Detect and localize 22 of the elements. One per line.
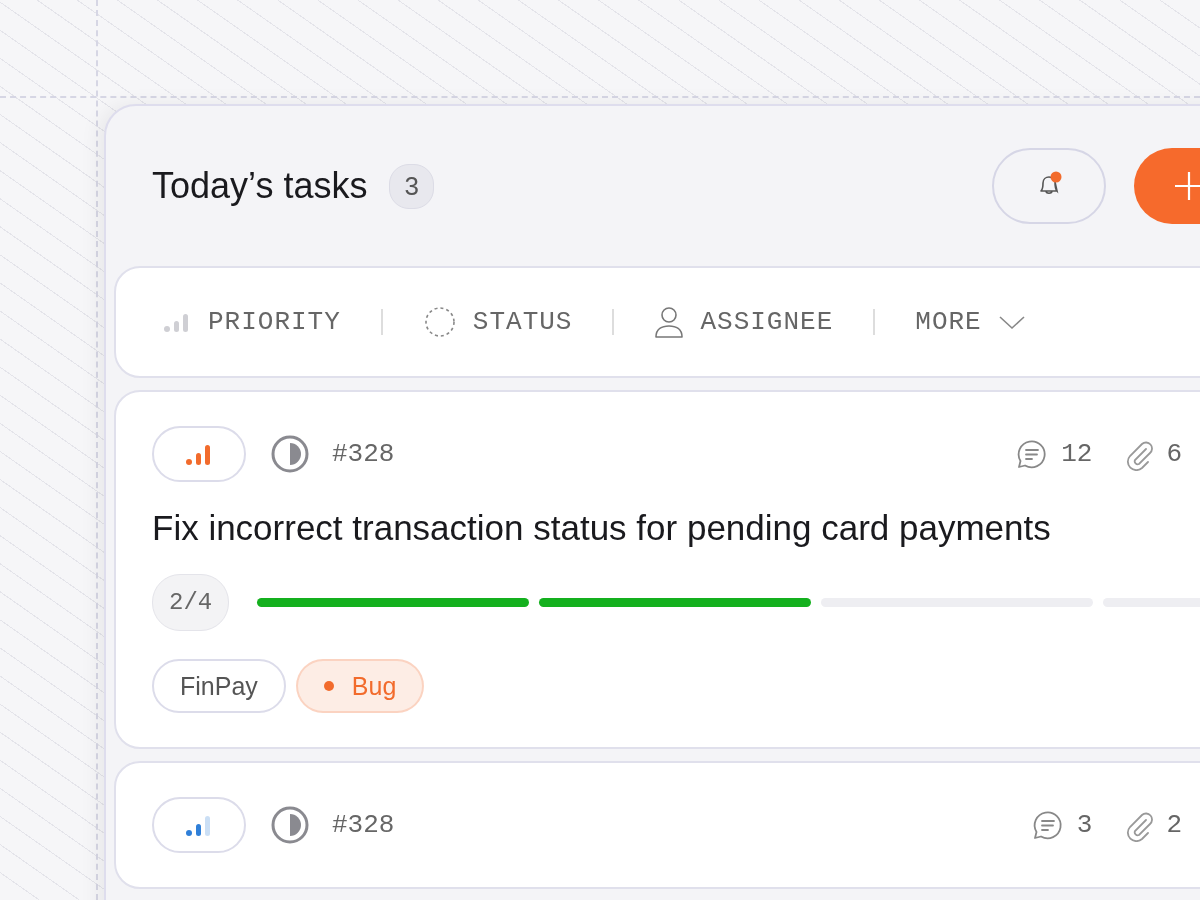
chevron-down-icon <box>997 314 1026 330</box>
task-count: 3 <box>389 163 434 209</box>
tag: FinPay <box>152 659 286 713</box>
dashed-circle-icon <box>422 305 457 339</box>
filter-button[interactable]: ASSIGNEE <box>654 305 834 339</box>
add-task-button[interactable] <box>1134 148 1200 224</box>
task-title: Fix incorrect transaction status for pending card payments <box>152 508 1052 548</box>
task-id: #328 <box>332 810 395 840</box>
comment-count: 3 <box>1076 810 1093 840</box>
attachment-count: 2 <box>1166 810 1182 840</box>
comment-count: 12 <box>1061 439 1093 469</box>
filter-button[interactable]: PRIORITY <box>162 307 341 337</box>
attachment-count: 6 <box>1166 439 1182 469</box>
person-icon <box>654 305 685 339</box>
filter-button[interactable]: MORE <box>915 307 1026 337</box>
priority-button[interactable] <box>152 426 246 482</box>
filter-button[interactable]: STATUS <box>422 305 573 339</box>
progress-count: 2/4 <box>152 574 230 631</box>
task-id: #328 <box>332 439 395 469</box>
panel-title: Today’s tasks <box>152 165 368 207</box>
tag: Bug <box>295 659 425 713</box>
plus-icon <box>1174 171 1200 201</box>
